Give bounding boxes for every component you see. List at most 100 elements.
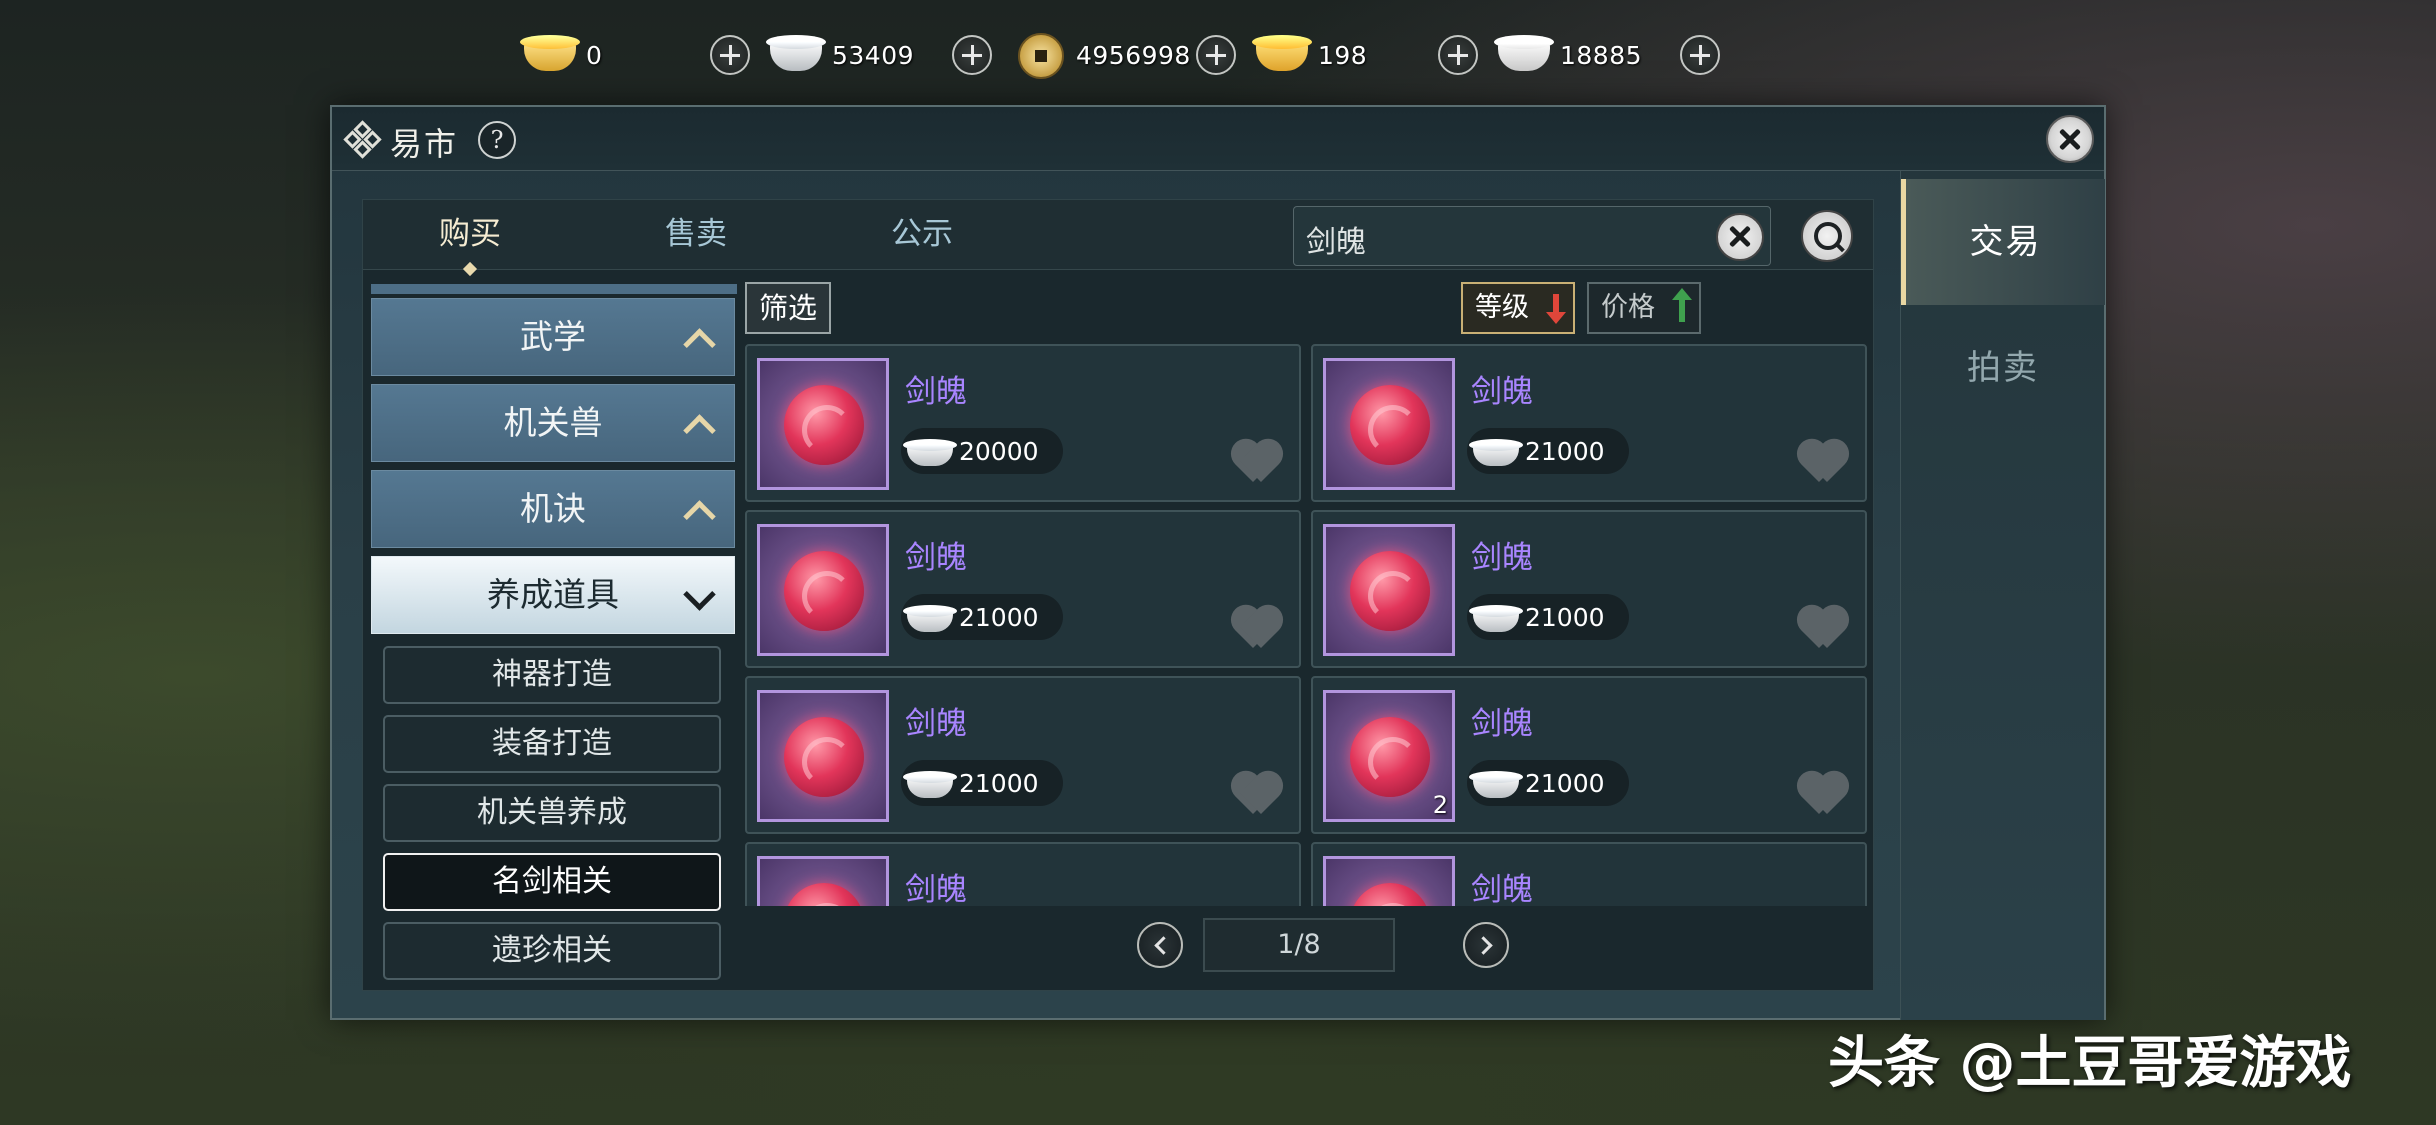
item-quantity: 2 (1432, 791, 1448, 819)
category-martial-arts[interactable]: 武学 (371, 298, 735, 376)
item-name: 剑魄 (905, 540, 967, 576)
item-thumbnail (1323, 856, 1455, 906)
search-button[interactable] (1801, 210, 1853, 262)
sword-soul-orb-icon (1350, 883, 1430, 906)
watermark: 头条 @土豆哥爱游戏 (1828, 1031, 2352, 1096)
add-gold-shard-button[interactable] (1438, 35, 1478, 75)
item-name: 剑魄 (1471, 706, 1533, 742)
previous-page-button[interactable] (1137, 922, 1183, 968)
add-coin-button[interactable] (1196, 35, 1236, 75)
silver-ingot-icon (905, 600, 957, 634)
item-card[interactable]: 剑魄 21000 (1311, 344, 1867, 502)
item-name: 剑魄 (1471, 540, 1533, 576)
active-tab-marker-icon (461, 264, 481, 276)
add-gold-button[interactable] (710, 35, 750, 75)
help-button[interactable]: ? (478, 121, 516, 159)
category-label: 武学 (520, 317, 586, 356)
heart-icon[interactable] (1797, 438, 1851, 486)
currency-gold: 0 (520, 22, 602, 88)
side-tabs: 交易 拍卖 (1900, 171, 2105, 1020)
sort-level-label: 等级 (1475, 292, 1529, 323)
sword-soul-orb-icon (1350, 385, 1430, 465)
window-titlebar: 易市 ? (332, 107, 2104, 171)
tab-sell[interactable]: 售卖 (665, 200, 727, 270)
sword-soul-orb-icon (784, 551, 864, 631)
item-price-value: 21000 (1525, 769, 1605, 798)
item-price: 21000 (901, 594, 1063, 640)
silver-ingot-icon (1471, 766, 1523, 800)
item-card[interactable]: 剑魄 21000 (745, 676, 1301, 834)
clear-search-button[interactable] (1716, 213, 1764, 261)
next-page-button[interactable] (1463, 922, 1509, 968)
item-name: 剑魄 (905, 872, 967, 906)
sort-by-price-button[interactable]: 价格 (1587, 282, 1701, 334)
tab-buy-label: 购买 (439, 216, 501, 252)
item-name: 剑魄 (1471, 872, 1533, 906)
add-silver-shard-button[interactable] (1680, 35, 1720, 75)
sort-price-label: 价格 (1601, 292, 1655, 323)
item-card[interactable]: 剑魄 21000 (1311, 510, 1867, 668)
item-price: 21000 (1467, 760, 1629, 806)
gold-shard-icon (1252, 31, 1312, 79)
chevron-up-icon (684, 499, 712, 527)
item-name: 剑魄 (1471, 374, 1533, 410)
sword-soul-orb-icon (784, 385, 864, 465)
tab-buy[interactable]: 购买 (439, 200, 501, 270)
item-name: 剑魄 (905, 706, 967, 742)
page-indicator: 1/8 (1203, 918, 1395, 972)
add-silver-button[interactable] (952, 35, 992, 75)
subcategory-relics[interactable]: 遗珍相关 (383, 922, 721, 980)
subcategory-beast-cultivation[interactable]: 机关兽养成 (383, 784, 721, 842)
category-cultivation-items[interactable]: 养成道具 (371, 556, 735, 634)
item-price-value: 21000 (1525, 603, 1605, 632)
silver-ingot-icon (905, 434, 957, 468)
item-thumbnail (1323, 524, 1455, 656)
item-price-value: 20000 (959, 437, 1039, 466)
heart-icon[interactable] (1231, 770, 1285, 818)
subcategory-artifact-forging[interactable]: 神器打造 (383, 646, 721, 704)
copper-coin-icon (1010, 31, 1070, 79)
market-window: 易市 ? 交易 拍卖 购买 售卖 公示 剑魄 武学 机关兽 机诀 养成道具 神器… (330, 105, 2106, 1020)
gold-ingot-icon (520, 31, 580, 79)
item-card[interactable]: 剑魄 (745, 842, 1301, 906)
chevron-up-icon (684, 413, 712, 441)
item-card[interactable]: 2 剑魄 21000 (1311, 676, 1867, 834)
tab-public[interactable]: 公示 (891, 200, 953, 270)
sort-by-level-button[interactable]: 等级 (1461, 282, 1575, 334)
side-tab-trade[interactable]: 交易 (1901, 179, 2105, 305)
close-window-button[interactable] (2046, 115, 2094, 163)
sword-soul-orb-icon (1350, 551, 1430, 631)
sword-soul-orb-icon (784, 883, 864, 906)
currency-value: 18885 (1560, 40, 1643, 70)
subcategory-equipment-forging[interactable]: 装备打造 (383, 715, 721, 773)
currency-silver-shard: 18885 (1494, 22, 1642, 88)
category-mechanical-beast[interactable]: 机关兽 (371, 384, 735, 462)
heart-icon[interactable] (1231, 438, 1285, 486)
item-card[interactable]: 剑魄 (1311, 842, 1867, 906)
item-thumbnail (757, 524, 889, 656)
filter-button[interactable]: 筛选 (745, 282, 831, 334)
arrow-down-icon (1546, 294, 1566, 324)
item-card[interactable]: 剑魄 20000 (745, 344, 1301, 502)
window-title: 易市 (390, 125, 459, 163)
item-price: 21000 (901, 760, 1063, 806)
search-input[interactable]: 剑魄 (1293, 206, 1771, 266)
silver-ingot-icon (1471, 600, 1523, 634)
market-tabbar: 购买 售卖 公示 剑魄 (363, 200, 1873, 270)
category-mechanism-skill[interactable]: 机诀 (371, 470, 735, 548)
heart-icon[interactable] (1797, 604, 1851, 652)
subcategory-famous-sword[interactable]: 名剑相关 (383, 853, 721, 911)
heart-icon[interactable] (1231, 604, 1285, 652)
item-card[interactable]: 剑魄 21000 (745, 510, 1301, 668)
side-tab-auction[interactable]: 拍卖 (1901, 305, 2105, 431)
currency-value: 53409 (832, 40, 915, 70)
category-label: 机关兽 (503, 403, 603, 442)
category-sidebar: 武学 机关兽 机诀 养成道具 神器打造 装备打造 机关兽养成 名剑相关 遗珍相关 (371, 284, 737, 984)
item-price: 21000 (1467, 594, 1629, 640)
silver-shard-icon (1494, 31, 1554, 79)
silver-ingot-icon (1471, 434, 1523, 468)
item-price: 21000 (1467, 428, 1629, 474)
category-label: 养成道具 (487, 575, 619, 614)
heart-icon[interactable] (1797, 770, 1851, 818)
item-thumbnail (757, 856, 889, 906)
